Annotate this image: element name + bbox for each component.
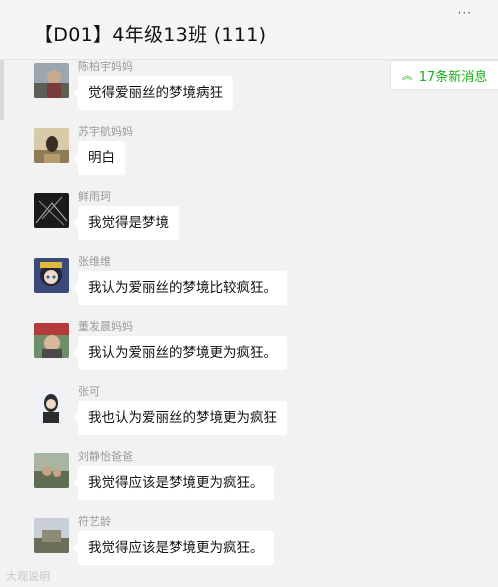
message-bubble[interactable]: 我觉得是梦境 <box>73 206 179 240</box>
new-messages-label: 17条新消息 <box>418 69 488 85</box>
avatar[interactable] <box>34 453 69 488</box>
avatar[interactable] <box>34 128 69 163</box>
message-bubble[interactable]: 我觉得应该是梦境更为疯狂。 <box>73 531 274 565</box>
sender-name: 陈柏宇妈妈 <box>78 60 133 73</box>
message-bubble[interactable]: 我也认为爱丽丝的梦境更为疯狂 <box>73 401 287 435</box>
avatar[interactable] <box>34 323 69 358</box>
avatar[interactable] <box>34 193 69 228</box>
new-messages-button[interactable]: ︽ 17条新消息 <box>390 60 498 90</box>
message-bubble[interactable]: 觉得爱丽丝的梦境病狂 <box>73 76 233 110</box>
avatar[interactable] <box>34 518 69 553</box>
avatar[interactable] <box>34 63 69 98</box>
avatar[interactable] <box>34 258 69 293</box>
more-options-icon[interactable]: ··· <box>458 6 472 20</box>
sender-name: 董发晨妈妈 <box>78 320 133 333</box>
chat-title: 【D01】4年级13班 (111) <box>34 24 267 46</box>
sender-name: 鲜雨珂 <box>78 190 111 203</box>
message-bubble[interactable]: 我认为爱丽丝的梦境更为疯狂。 <box>73 336 287 370</box>
message-bubble[interactable]: 我认为爱丽丝的梦境比较疯狂。 <box>73 271 287 305</box>
double-chevron-up-icon: ︽ <box>401 68 413 82</box>
sender-name: 张维维 <box>78 255 111 268</box>
avatar[interactable] <box>34 388 69 423</box>
sender-name: 刘静怡爸爸 <box>78 450 133 463</box>
watermark: 大观说明 <box>6 570 50 583</box>
scrollbar[interactable] <box>0 60 4 120</box>
message-bubble[interactable]: 我觉得应该是梦境更为疯狂。 <box>73 466 274 500</box>
message-bubble[interactable]: 明白 <box>73 141 125 175</box>
sender-name: 张可 <box>78 385 100 398</box>
chat-header: 【D01】4年级13班 (111) ··· <box>0 0 498 60</box>
sender-name: 苏宇航妈妈 <box>78 125 133 138</box>
sender-name: 符艺龄 <box>78 515 111 528</box>
